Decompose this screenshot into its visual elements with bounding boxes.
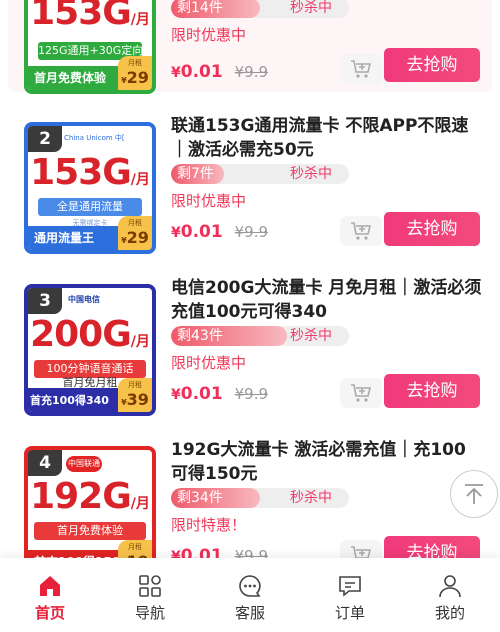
stock-label: 剩14件 xyxy=(177,0,223,16)
app-viewport: 153G/月 125G通用+30G定向 首月免费体验 月租 ¥29 剩14件 秒… xyxy=(0,0,500,632)
product-card[interactable]: 3 中国电信 200G/月 100分钟语音通话 首月免月租 首充100得340 … xyxy=(8,276,492,416)
order-icon xyxy=(336,572,364,600)
chat-icon xyxy=(236,572,264,600)
tab-customer-service[interactable]: 客服 xyxy=(200,558,300,632)
buy-now-button[interactable]: 去抢购 xyxy=(384,374,480,408)
carrier-logo: China Unicom 中国联通 xyxy=(64,134,124,142)
product-card[interactable]: 153G/月 125G通用+30G定向 首月免费体验 月租 ¥29 剩14件 秒… xyxy=(8,0,492,94)
tab-label: 导航 xyxy=(134,604,165,622)
bottom-tab-bar: 首页 导航 客服 订单 我的 xyxy=(0,558,500,632)
back-to-top-button[interactable] xyxy=(450,470,498,518)
original-price: ¥9.9 xyxy=(234,63,269,81)
sale-price: ¥0.01 ¥9.9 xyxy=(171,384,269,404)
product-image-footer-text: 首月免费体验 xyxy=(34,71,107,85)
product-image-traffic: 200G/月 xyxy=(30,314,150,355)
promo-label: 限时优惠中 xyxy=(171,192,247,210)
flash-sale-label: 秒杀中 xyxy=(290,0,332,16)
original-price: ¥9.9 xyxy=(234,223,269,241)
cart-icon xyxy=(351,222,372,240)
tab-label: 我的 xyxy=(434,604,465,622)
product-image-monthly-fee: 月租 ¥39 xyxy=(118,378,152,412)
flash-sale-label: 秒杀中 xyxy=(290,328,332,344)
arrow-up-icon xyxy=(465,484,483,504)
product-card[interactable]: 4 中国联通 192G/月 首月免费体验 首充100得150 月租 ¥19 19… xyxy=(8,438,492,578)
product-image-footer-text: 首充100得340 xyxy=(30,394,109,407)
tab-orders[interactable]: 订单 xyxy=(300,558,400,632)
product-list[interactable]: 153G/月 125G通用+30G定向 首月免费体验 月租 ¥29 剩14件 秒… xyxy=(0,0,500,600)
sale-price: ¥0.01 ¥9.9 xyxy=(171,222,269,242)
stock-label: 剩34件 xyxy=(177,490,223,506)
product-image-pill: 全是通用流量 xyxy=(38,198,142,216)
product-image-traffic: 192G/月 xyxy=(30,476,150,517)
product-image[interactable]: 3 中国电信 200G/月 100分钟语音通话 首月免月租 首充100得340 … xyxy=(24,284,156,416)
buy-now-button[interactable]: 去抢购 xyxy=(384,212,480,246)
product-title[interactable]: 192G大流量卡 激活必需充值｜充100可得150元 xyxy=(171,438,482,486)
promo-label: 限时优惠中 xyxy=(171,354,247,372)
product-image-traffic: 153G/月 xyxy=(30,152,150,193)
product-image-footer-text: 通用流量王 xyxy=(34,231,95,245)
flash-sale-label: 秒杀中 xyxy=(290,490,332,506)
flash-sale-label: 秒杀中 xyxy=(290,166,332,182)
product-title[interactable]: 电信200G大流量卡 月免月租｜激活必须充值100元可得340 xyxy=(171,276,482,324)
grid-icon xyxy=(136,572,164,600)
cart-icon xyxy=(351,384,372,402)
rank-badge: 2 xyxy=(28,126,62,152)
product-card[interactable]: 2 China Unicom 中国联通 153G/月 全是通用流量 无需绑定卡 … xyxy=(8,114,492,254)
tab-home[interactable]: 首页 xyxy=(0,558,100,632)
rank-badge: 3 xyxy=(28,288,62,314)
product-image-monthly-fee: 月租 ¥29 xyxy=(118,56,152,90)
user-icon xyxy=(436,572,464,600)
cart-icon xyxy=(351,60,372,78)
buy-now-button[interactable]: 去抢购 xyxy=(384,48,480,82)
tab-label: 订单 xyxy=(334,604,365,622)
product-title[interactable]: 联通153G通用流量卡 不限APP不限速｜激活必需充50元 xyxy=(171,114,482,162)
rank-badge: 4 xyxy=(28,450,62,476)
tab-profile[interactable]: 我的 xyxy=(400,558,500,632)
product-image[interactable]: 2 China Unicom 中国联通 153G/月 全是通用流量 无需绑定卡 … xyxy=(24,122,156,254)
add-to-cart-button[interactable] xyxy=(340,54,382,84)
promo-label: 限时特惠！ xyxy=(171,516,247,534)
product-image-traffic: 153G/月 xyxy=(30,0,150,33)
stock-label: 剩7件 xyxy=(177,166,214,182)
home-icon xyxy=(36,572,64,600)
tab-navigation[interactable]: 导航 xyxy=(100,558,200,632)
tab-label: 首页 xyxy=(34,604,65,622)
product-image-pill: 首月免费体验 xyxy=(34,522,146,540)
add-to-cart-button[interactable] xyxy=(340,378,382,408)
original-price: ¥9.9 xyxy=(234,385,269,403)
promo-label: 限时优惠中 xyxy=(171,26,247,44)
carrier-logo: 中国电信 xyxy=(68,295,100,304)
product-image-monthly-fee: 月租 ¥29 xyxy=(118,216,152,250)
product-image[interactable]: 153G/月 125G通用+30G定向 首月免费体验 月租 ¥29 xyxy=(24,0,156,94)
sale-price: ¥0.01 ¥9.9 xyxy=(171,62,269,82)
tab-label: 客服 xyxy=(234,604,265,622)
carrier-logo: 中国联通 xyxy=(66,456,102,472)
add-to-cart-button[interactable] xyxy=(340,216,382,246)
stock-label: 剩43件 xyxy=(177,328,223,344)
